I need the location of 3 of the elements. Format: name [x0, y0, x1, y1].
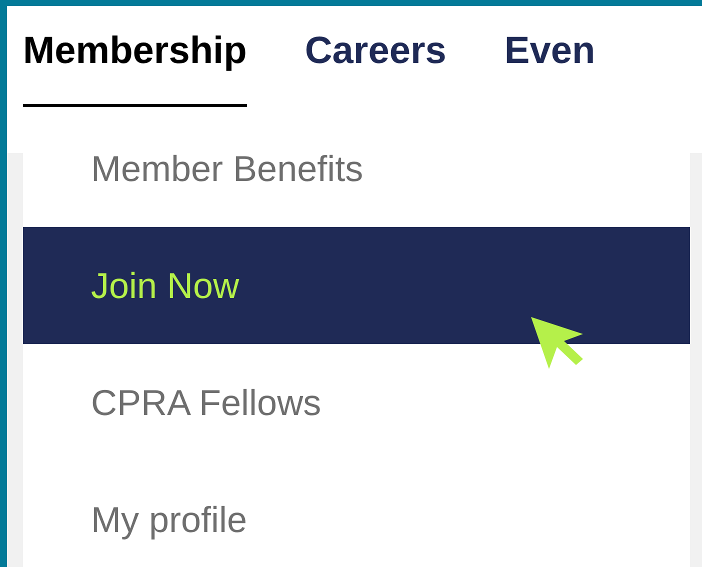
nav-tab[interactable]: Even	[504, 6, 596, 107]
menu-item[interactable]: Join Now	[23, 227, 690, 344]
nav-tab[interactable]: Careers	[304, 6, 446, 107]
